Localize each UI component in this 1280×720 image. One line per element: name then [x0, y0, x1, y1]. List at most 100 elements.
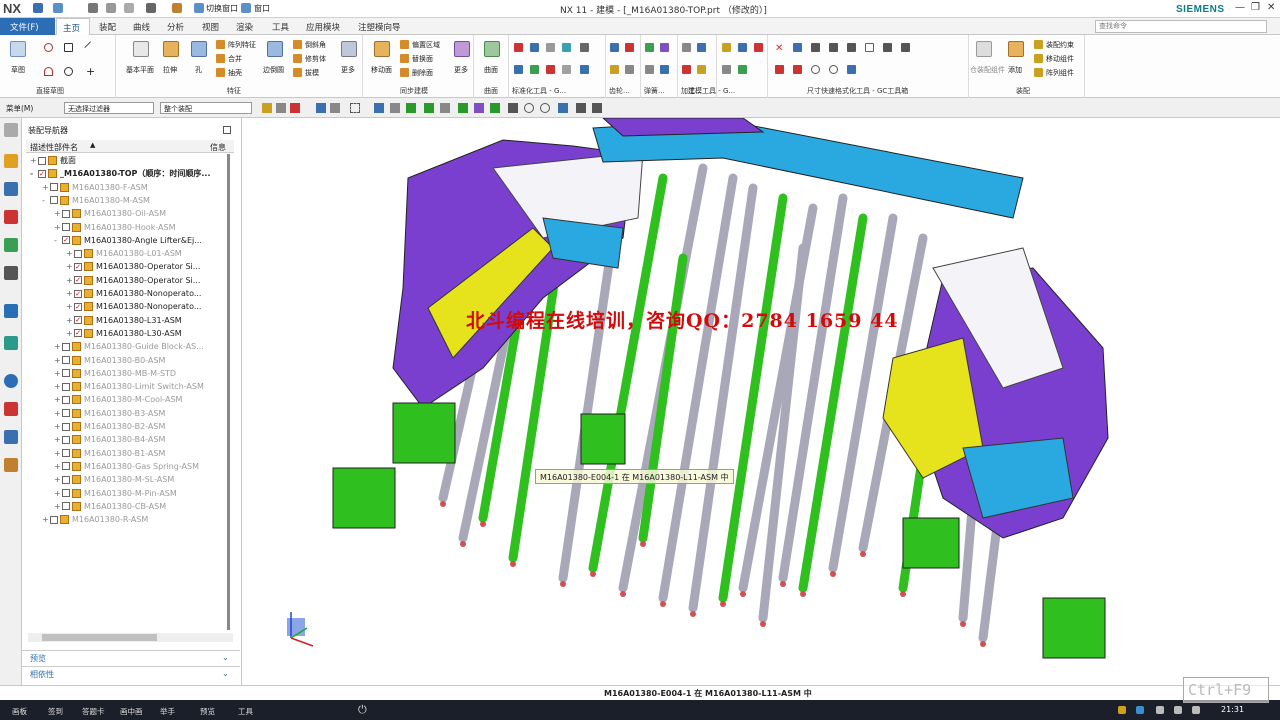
datum-plane-icon[interactable] [133, 41, 149, 57]
visibility-checkbox[interactable]: ✓ [74, 302, 82, 311]
expand-icon[interactable]: + [66, 260, 74, 273]
draft-icon[interactable] [293, 68, 302, 77]
dim-tool-icon[interactable]: ✕ [775, 43, 783, 54]
tree-node[interactable]: + M16A01380-B0-ASM [54, 354, 165, 367]
settings-icon[interactable] [4, 123, 18, 137]
collapse-icon[interactable]: - [42, 194, 50, 207]
dim-tool-icon[interactable] [829, 65, 838, 74]
maximize-panel-icon[interactable] [223, 126, 231, 134]
expand-icon[interactable]: + [54, 367, 62, 380]
left-mid-block[interactable] [392, 402, 456, 464]
visibility-checkbox[interactable] [62, 342, 70, 351]
std-tool-icon[interactable] [546, 65, 555, 74]
rectangle-icon[interactable] [64, 43, 73, 52]
tree-node[interactable]: + M16A01380-B2-ASM [54, 420, 165, 433]
visibility-checkbox[interactable]: ✓ [74, 276, 82, 285]
expand-icon[interactable]: + [54, 500, 62, 513]
tab-application[interactable]: 应用模块 [306, 21, 340, 33]
arc-icon[interactable] [44, 67, 53, 76]
snap-icon[interactable] [508, 103, 518, 113]
spring-tool-icon[interactable] [660, 43, 669, 52]
expand-icon[interactable]: + [66, 327, 74, 340]
visibility-checkbox[interactable] [62, 369, 70, 378]
command-search-input[interactable] [1095, 20, 1267, 33]
trim-body-button[interactable]: 修剪体 [305, 54, 326, 64]
sort-asc-icon[interactable]: ▲ [90, 141, 95, 149]
menu-button[interactable]: 菜单(M) [6, 103, 33, 114]
extrude-button[interactable]: 拉伸 [163, 65, 177, 75]
window-menu-button[interactable]: 窗口 [254, 3, 270, 14]
std-tool-icon[interactable] [580, 65, 589, 74]
tree-node[interactable]: + M16A01380-Gas Spring-ASM [54, 460, 199, 473]
paste-icon[interactable] [124, 3, 134, 13]
edge-blend-button[interactable]: 边倒圆 [263, 65, 284, 75]
std-tool-icon[interactable] [514, 43, 523, 52]
add-component-icon[interactable] [1008, 41, 1024, 57]
std-tool-icon[interactable] [562, 43, 571, 52]
dim-tool-icon[interactable] [883, 43, 892, 52]
selection-tool-icon[interactable] [290, 103, 300, 113]
taskbar-item[interactable]: 签到 [48, 706, 63, 717]
ejector-pin[interactable] [828, 213, 898, 573]
chamfer-button[interactable]: 倒斜角 [305, 40, 326, 50]
expand-icon[interactable]: + [54, 354, 62, 367]
sketch-icon[interactable] [10, 41, 26, 57]
tree-node[interactable]: + M16A01380-Guide Block-AS... [54, 340, 204, 353]
dim-tool-icon[interactable] [847, 43, 856, 52]
delete-face-button[interactable]: 删除面 [412, 68, 433, 78]
visibility-checkbox[interactable]: ✓ [62, 236, 70, 245]
machining-tool-icon[interactable] [682, 65, 691, 74]
visibility-checkbox[interactable] [62, 223, 70, 231]
expand-icon[interactable]: + [66, 300, 74, 313]
visibility-checkbox[interactable] [62, 395, 70, 404]
tree-node[interactable]: + M16A01380-B4-ASM [54, 433, 165, 446]
pattern-feature-button[interactable]: 阵列特征 [228, 40, 256, 50]
selection-tool-icon[interactable] [350, 103, 360, 113]
visibility-checkbox[interactable] [62, 462, 70, 471]
trim-body-icon[interactable] [293, 54, 302, 63]
snap-icon[interactable] [540, 103, 550, 113]
visibility-checkbox[interactable] [50, 196, 58, 205]
preview-panel[interactable]: 预览 ⌄ [22, 650, 240, 665]
switch-window-button[interactable]: 切换窗口 [206, 3, 238, 14]
constraint-navigator-icon[interactable] [4, 182, 18, 196]
part-navigator-icon[interactable] [4, 210, 18, 224]
taskbar-item[interactable]: 工具 [238, 706, 253, 717]
left-base-block[interactable] [332, 467, 396, 529]
tree-node[interactable]: + M16A01380-Oil-ASM [54, 207, 166, 220]
move-component-button[interactable]: 移动组件 [1046, 54, 1074, 64]
web-browser-icon[interactable] [4, 266, 18, 280]
move-face-icon[interactable] [374, 41, 390, 57]
expand-icon[interactable]: + [42, 181, 50, 194]
profile-icon[interactable] [44, 43, 53, 52]
assembly-component-button[interactable]: 仓装配组件 [970, 65, 1005, 75]
dim-tool-icon[interactable] [793, 43, 802, 52]
roles-icon[interactable] [4, 430, 18, 444]
expand-icon[interactable]: + [54, 380, 62, 393]
tab-file[interactable]: 文件(F) [0, 18, 55, 35]
spring-tool-icon[interactable] [645, 43, 654, 52]
visibility-checkbox[interactable] [62, 422, 70, 431]
column-info[interactable]: 信息 [210, 142, 226, 153]
model-view[interactable] [243, 117, 1280, 685]
shell-button[interactable]: 抽壳 [228, 68, 242, 78]
tab-render[interactable]: 渲染 [236, 21, 253, 33]
tree-node[interactable]: + M16A01380-M-SL-ASM [54, 473, 174, 486]
machining-tool-icon[interactable] [697, 65, 706, 74]
expand-icon[interactable]: + [42, 513, 50, 526]
tab-analysis[interactable]: 分析 [167, 21, 184, 33]
tree-node[interactable]: + M16A01380-B3-ASM [54, 407, 165, 420]
taskbar-item[interactable]: 答题卡 [82, 706, 105, 717]
expand-icon[interactable]: + [54, 407, 62, 420]
line-icon[interactable] [84, 41, 97, 54]
power-icon[interactable]: ⏻ [358, 703, 367, 717]
touch-mode-icon[interactable] [172, 3, 182, 13]
chevron-down-icon[interactable]: ⌄ [222, 653, 229, 662]
tab-curve[interactable]: 曲线 [133, 21, 150, 33]
tree-node[interactable]: + ✓ M16A01380-Nonoperato... [66, 287, 201, 300]
modeling-tool-icon[interactable] [722, 65, 731, 74]
collapse-icon[interactable]: - [30, 167, 38, 180]
save-icon[interactable] [33, 3, 43, 13]
tab-view[interactable]: 视图 [202, 21, 219, 33]
system-materials-icon[interactable] [4, 336, 18, 350]
